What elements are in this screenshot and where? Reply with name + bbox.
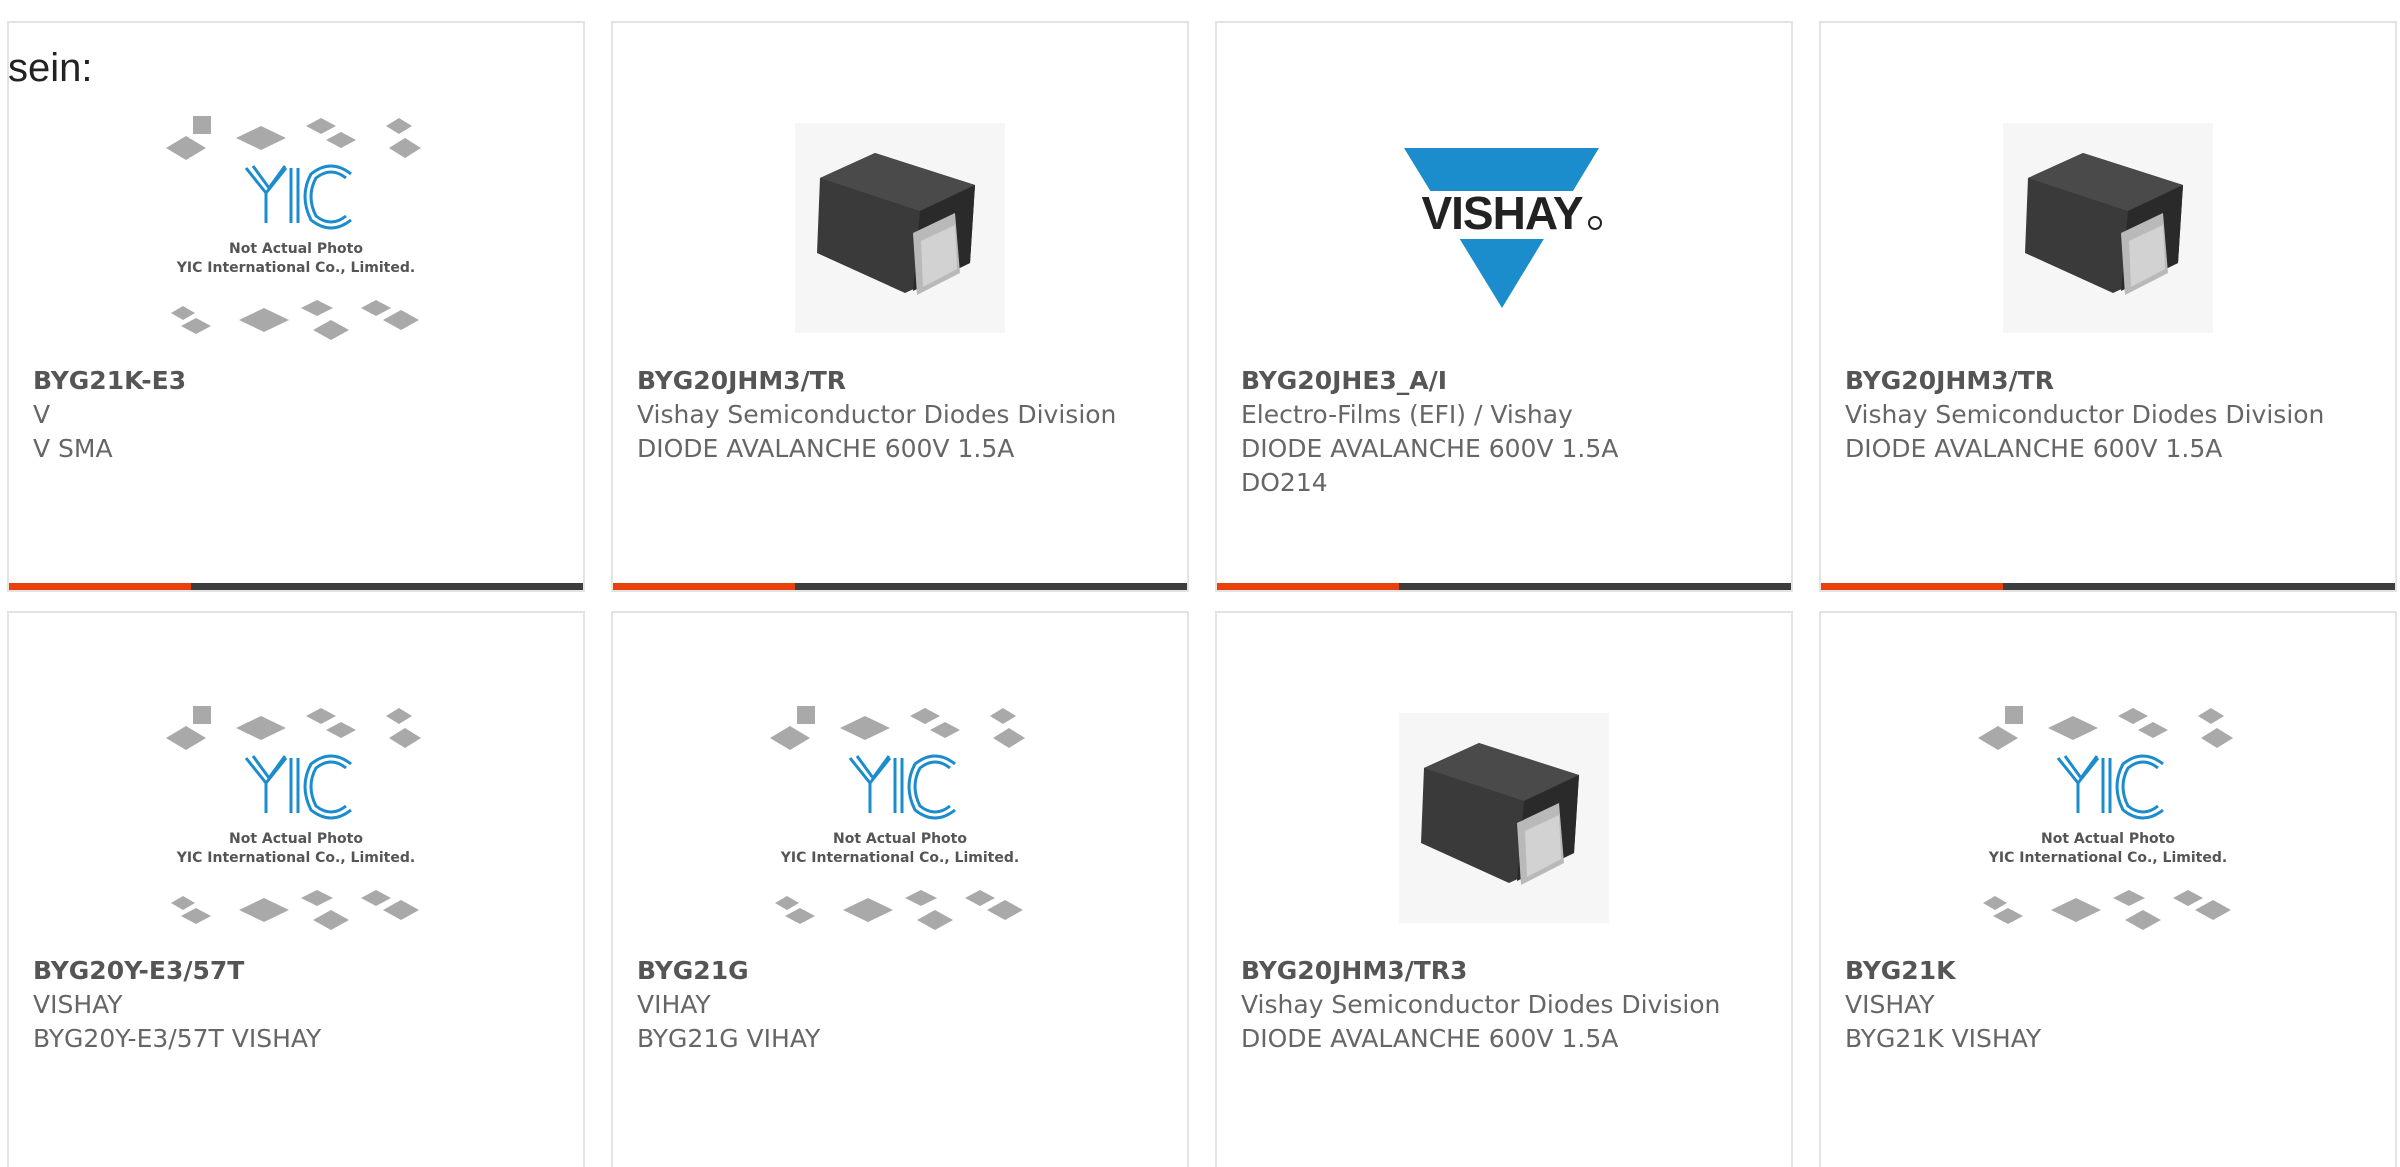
description: DIODE AVALANCHE 600V 1.5A — [637, 434, 1015, 463]
part-number-link[interactable]: BYG21K-E3 — [33, 364, 563, 398]
product-info: BYG20JHM3/TR Vishay Semiconductor Diodes… — [1845, 364, 2375, 466]
part-number-link[interactable]: BYG20Y-E3/57T — [33, 954, 563, 988]
product-card[interactable]: BYG20JHM3/TR3 Vishay Semiconductor Diode… — [1215, 611, 1793, 1167]
card-bottom-bar — [9, 583, 583, 590]
svg-text:YIC International Co., Limited: YIC International Co., Limited. — [176, 850, 415, 866]
product-info: BYG20Y-E3/57T VISHAY BYG20Y-E3/57T VISHA… — [33, 954, 563, 1056]
product-info: BYG20JHE3_A/I Electro-Films (EFI) / Vish… — [1241, 364, 1771, 500]
product-info: BYG21K-E3 V V SMA — [33, 364, 563, 466]
product-card[interactable]: VISHAY BYG20JHE3_A/I Electro-Films (EFI)… — [1215, 21, 1793, 592]
product-card[interactable]: Not Actual Photo YIC International Co., … — [7, 611, 585, 1167]
part-number-link[interactable]: BYG21G — [637, 954, 1167, 988]
yic-placeholder-image[interactable]: Not Actual Photo YIC International Co., … — [9, 83, 583, 373]
manufacturer: Vishay Semiconductor Diodes Division — [1845, 400, 2325, 429]
description: BYG20Y-E3/57T VISHAY — [33, 1024, 322, 1053]
product-grid: sein: Not Actual Photo YIC International… — [0, 0, 2400, 1167]
part-number-link[interactable]: BYG20JHE3_A/I — [1241, 364, 1771, 398]
product-info: BYG21K VISHAY BYG21K VISHAY — [1845, 954, 2375, 1056]
vishay-logo-image[interactable]: VISHAY — [1217, 83, 1791, 373]
manufacturer: V — [33, 400, 51, 429]
svg-text:YIC International Co., Limited: YIC International Co., Limited. — [780, 850, 1019, 866]
part-number-link[interactable]: BYG21K — [1845, 954, 2375, 988]
part-number-link[interactable]: BYG20JHM3/TR3 — [1241, 954, 1771, 988]
svg-text:YIC International Co., Limited: YIC International Co., Limited. — [176, 260, 415, 276]
card-accent-bar — [613, 583, 795, 590]
description: DIODE AVALANCHE 600V 1.5A — [1241, 1024, 1619, 1053]
product-info: BYG20JHM3/TR3 Vishay Semiconductor Diode… — [1241, 954, 1771, 1056]
stray-label: sein: — [8, 46, 93, 90]
card-accent-bar — [1821, 583, 2003, 590]
part-number-link[interactable]: BYG20JHM3/TR — [1845, 364, 2375, 398]
card-bottom-bar — [613, 583, 1187, 590]
description: DIODE AVALANCHE 600V 1.5A — [1241, 434, 1619, 463]
description: DIODE AVALANCHE 600V 1.5A — [1845, 434, 2223, 463]
description: BYG21G VIHAY — [637, 1024, 821, 1053]
product-card[interactable]: Not Actual Photo YIC International Co., … — [7, 21, 585, 592]
product-info: BYG21G VIHAY BYG21G VIHAY — [637, 954, 1167, 1056]
svg-text:Not Actual Photo: Not Actual Photo — [2041, 831, 2175, 847]
svg-text:Not Actual Photo: Not Actual Photo — [229, 241, 363, 257]
yic-placeholder-image[interactable]: Not Actual Photo YIC International Co., … — [613, 673, 1187, 963]
svg-text:Not Actual Photo: Not Actual Photo — [229, 831, 363, 847]
svg-text:YIC International Co., Limited: YIC International Co., Limited. — [1988, 850, 2227, 866]
diode-package-image[interactable] — [1217, 673, 1791, 963]
product-card[interactable]: BYG20JHM3/TR Vishay Semiconductor Diodes… — [611, 21, 1189, 592]
description: BYG21K VISHAY — [1845, 1024, 2042, 1053]
card-bottom-bar — [1821, 583, 2395, 590]
yic-placeholder-image[interactable]: Not Actual Photo YIC International Co., … — [1821, 673, 2395, 963]
card-accent-bar — [9, 583, 191, 590]
yic-placeholder-image[interactable]: Not Actual Photo YIC International Co., … — [9, 673, 583, 963]
product-card[interactable]: BYG20JHM3/TR Vishay Semiconductor Diodes… — [1819, 21, 2397, 592]
product-info: BYG20JHM3/TR Vishay Semiconductor Diodes… — [637, 364, 1167, 466]
svg-text:Not Actual Photo: Not Actual Photo — [833, 831, 967, 847]
product-card[interactable]: Not Actual Photo YIC International Co., … — [1819, 611, 2397, 1167]
package: DO214 — [1241, 468, 1328, 497]
description: V SMA — [33, 434, 113, 463]
manufacturer: Electro-Films (EFI) / Vishay — [1241, 400, 1573, 429]
part-number-link[interactable]: BYG20JHM3/TR — [637, 364, 1167, 398]
manufacturer: Vishay Semiconductor Diodes Division — [637, 400, 1117, 429]
diode-package-image[interactable] — [613, 83, 1187, 373]
manufacturer: VISHAY — [33, 990, 123, 1019]
product-card[interactable]: Not Actual Photo YIC International Co., … — [611, 611, 1189, 1167]
manufacturer: VISHAY — [1845, 990, 1935, 1019]
manufacturer: Vishay Semiconductor Diodes Division — [1241, 990, 1721, 1019]
manufacturer: VIHAY — [637, 990, 711, 1019]
card-accent-bar — [1217, 583, 1399, 590]
vishay-logo-text: VISHAY — [1421, 187, 1582, 239]
card-bottom-bar — [1217, 583, 1791, 590]
diode-package-image[interactable] — [1821, 83, 2395, 373]
